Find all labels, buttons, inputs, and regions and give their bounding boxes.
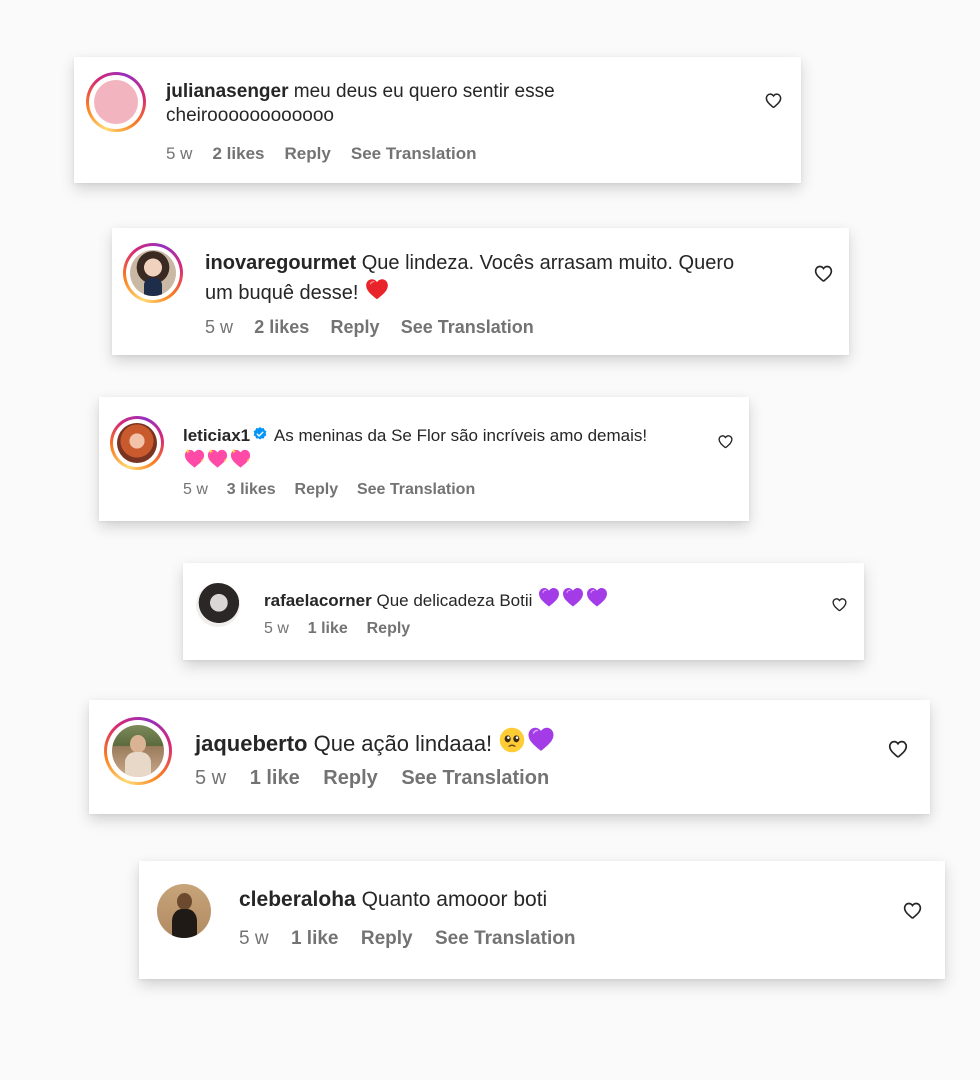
purple-heart-icon: [561, 585, 585, 609]
like-heart-icon[interactable]: [831, 596, 848, 613]
reply-button[interactable]: Reply: [330, 317, 379, 337]
pleading-face-icon: [498, 726, 526, 754]
sparkling-hearts: [183, 452, 252, 471]
comment-body: Que delicadeza Botii: [376, 591, 533, 610]
comment-body-continued: um buquê desse!: [205, 282, 359, 305]
comment-card: julianasenger meu deus eu quero sentir e…: [74, 57, 801, 183]
comment-body: As meninas da Se Flor são incríveis amo …: [273, 426, 648, 445]
comment-text: leticiax1 As meninas da Se Flor são incr…: [183, 425, 718, 472]
purple-heart-icon: [585, 585, 609, 609]
like-heart-icon[interactable]: [813, 263, 834, 284]
comment-meta: 5 w 1 like Reply See Translation: [239, 928, 593, 950]
avatar[interactable]: [196, 583, 240, 627]
avatar[interactable]: [104, 717, 172, 785]
see-translation-link[interactable]: See Translation: [351, 144, 477, 163]
comment-body: meu deus eu quero sentir esse: [293, 81, 555, 102]
timestamp: 5 w: [205, 317, 234, 337]
avatar[interactable]: [157, 884, 211, 938]
likes-count[interactable]: 2 likes: [213, 144, 265, 163]
comment-text: julianasenger meu deus eu quero sentir e…: [166, 80, 706, 128]
comment-card: inovaregourmet Que lindeza. Vocês arrasa…: [112, 228, 849, 355]
likes-count[interactable]: 1 like: [291, 928, 339, 949]
comment-body: Que lindeza. Vocês arrasam muito. Quero: [361, 252, 735, 274]
comment-text: jaqueberto Que ação lindaaa!: [195, 724, 835, 758]
see-translation-link[interactable]: See Translation: [435, 928, 575, 949]
reply-button[interactable]: Reply: [285, 144, 331, 163]
timestamp: 5 w: [264, 620, 289, 637]
red-heart-icon: [364, 276, 390, 302]
timestamp: 5 w: [166, 144, 193, 163]
see-translation-link[interactable]: See Translation: [401, 317, 534, 337]
likes-count[interactable]: 1 like: [250, 767, 300, 789]
avatar[interactable]: [110, 416, 164, 470]
comment-meta: 5 w 1 like Reply See Translation: [195, 767, 567, 790]
timestamp: 5 w: [239, 928, 269, 949]
username[interactable]: rafaelacorner: [264, 591, 372, 610]
see-translation-link[interactable]: See Translation: [357, 481, 475, 498]
reply-button[interactable]: Reply: [361, 928, 413, 949]
comment-body: Quanto amooor boti: [361, 888, 548, 911]
timestamp: 5 w: [195, 767, 227, 789]
comment-meta: 5 w 3 likes Reply See Translation: [183, 481, 490, 499]
comment-card: leticiax1 As meninas da Se Flor são incr…: [99, 397, 749, 521]
avatar[interactable]: [86, 72, 146, 132]
reply-button[interactable]: Reply: [367, 620, 411, 637]
username[interactable]: inovaregourmet: [205, 252, 356, 274]
like-heart-icon[interactable]: [902, 900, 923, 921]
comment-meta: 5 w 1 like Reply: [264, 620, 425, 638]
like-heart-icon[interactable]: [717, 433, 734, 450]
sparkling-heart-icon: [183, 447, 206, 470]
likes-count[interactable]: 2 likes: [254, 317, 309, 337]
username[interactable]: cleberaloha: [239, 888, 356, 911]
username[interactable]: jaqueberto: [195, 731, 307, 756]
comment-card: jaqueberto Que ação lindaaa! 5 w 1 like …: [89, 700, 930, 814]
purple-heart-icon: [526, 724, 556, 754]
username[interactable]: leticiax1: [183, 426, 250, 445]
timestamp: 5 w: [183, 481, 208, 498]
comment-card: cleberaloha Quanto amooor boti 5 w 1 lik…: [139, 861, 945, 979]
like-heart-icon[interactable]: [887, 738, 909, 760]
comment-card: rafaelacorner Que delicadeza Botii 5 w 1…: [183, 563, 864, 660]
sparkling-heart-icon: [206, 447, 229, 470]
comment-body: Que ação lindaaa!: [313, 731, 493, 756]
comment-text: cleberaloha Quanto amooor boti: [239, 887, 839, 914]
comment-text: inovaregourmet Que lindeza. Vocês arrasa…: [205, 251, 805, 307]
likes-count[interactable]: 1 like: [308, 620, 348, 637]
sparkling-heart-icon: [229, 447, 252, 470]
reply-button[interactable]: Reply: [295, 481, 339, 498]
see-translation-link[interactable]: See Translation: [401, 767, 549, 789]
purple-heart-icon: [537, 585, 561, 609]
likes-count[interactable]: 3 likes: [227, 481, 276, 498]
verified-badge-icon: [252, 426, 268, 442]
comment-meta: 5 w 2 likes Reply See Translation: [205, 317, 550, 338]
reply-button[interactable]: Reply: [323, 767, 377, 789]
avatar[interactable]: [123, 243, 183, 303]
comment-text: rafaelacorner Que delicadeza Botii: [264, 585, 784, 612]
comment-body-continued: cheiroooooooooooo: [166, 105, 334, 127]
username[interactable]: julianasenger: [166, 81, 289, 102]
like-heart-icon[interactable]: [764, 91, 783, 110]
comment-meta: 5 w 2 likes Reply See Translation: [166, 144, 492, 164]
